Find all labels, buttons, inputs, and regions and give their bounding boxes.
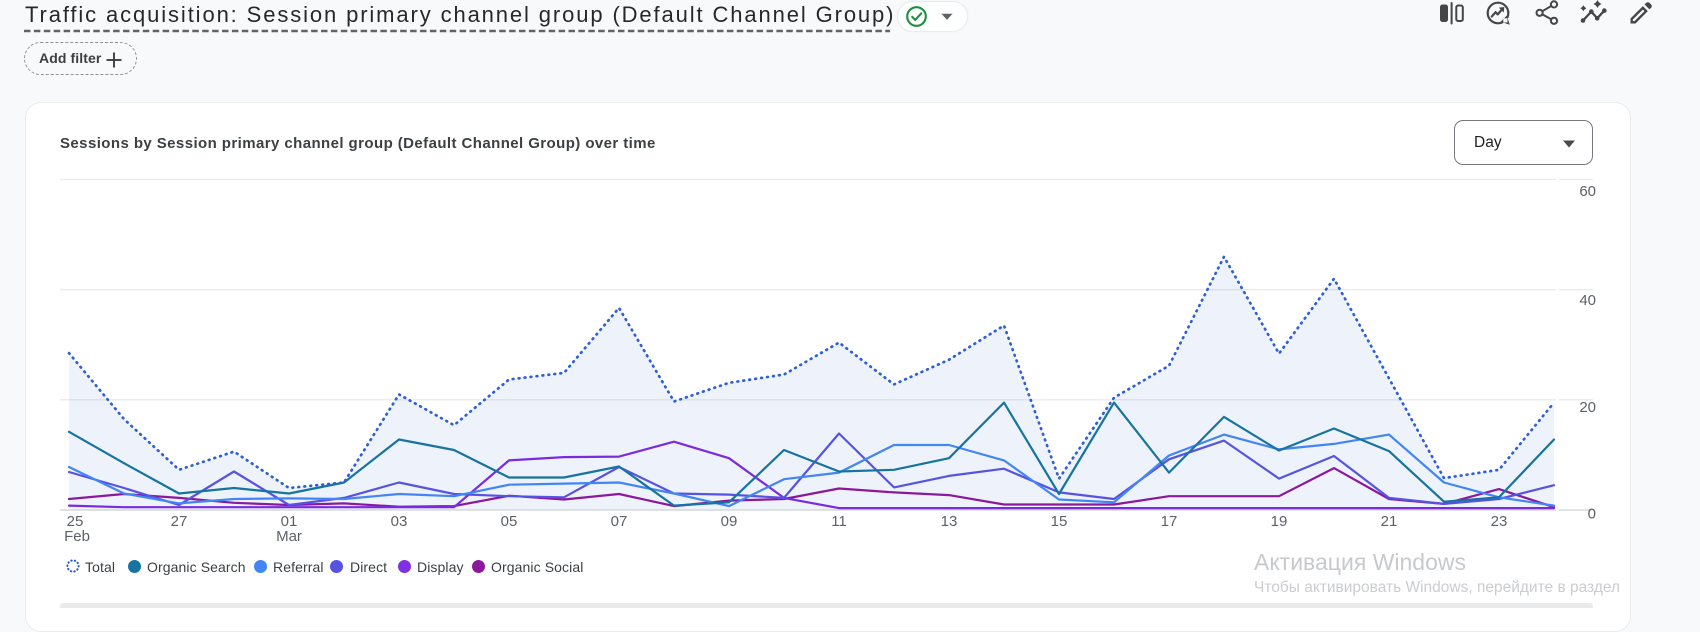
svg-text:27: 27	[171, 513, 188, 530]
svg-text:03: 03	[391, 513, 408, 530]
svg-text:40: 40	[1579, 292, 1596, 309]
svg-text:11: 11	[831, 513, 847, 530]
svg-text:07: 07	[611, 513, 628, 530]
svg-text:Mar: Mar	[276, 528, 302, 545]
svg-text:09: 09	[721, 513, 738, 530]
svg-text:23: 23	[1491, 513, 1508, 530]
svg-text:19: 19	[1271, 513, 1288, 530]
svg-text:15: 15	[1051, 513, 1068, 530]
svg-text:17: 17	[1161, 513, 1178, 530]
svg-text:13: 13	[941, 513, 958, 530]
svg-text:60: 60	[1579, 183, 1596, 200]
svg-text:05: 05	[501, 513, 518, 530]
svg-text:0: 0	[1588, 506, 1596, 523]
svg-text:Feb: Feb	[64, 528, 90, 545]
svg-text:20: 20	[1579, 399, 1596, 416]
svg-text:21: 21	[1381, 513, 1398, 530]
